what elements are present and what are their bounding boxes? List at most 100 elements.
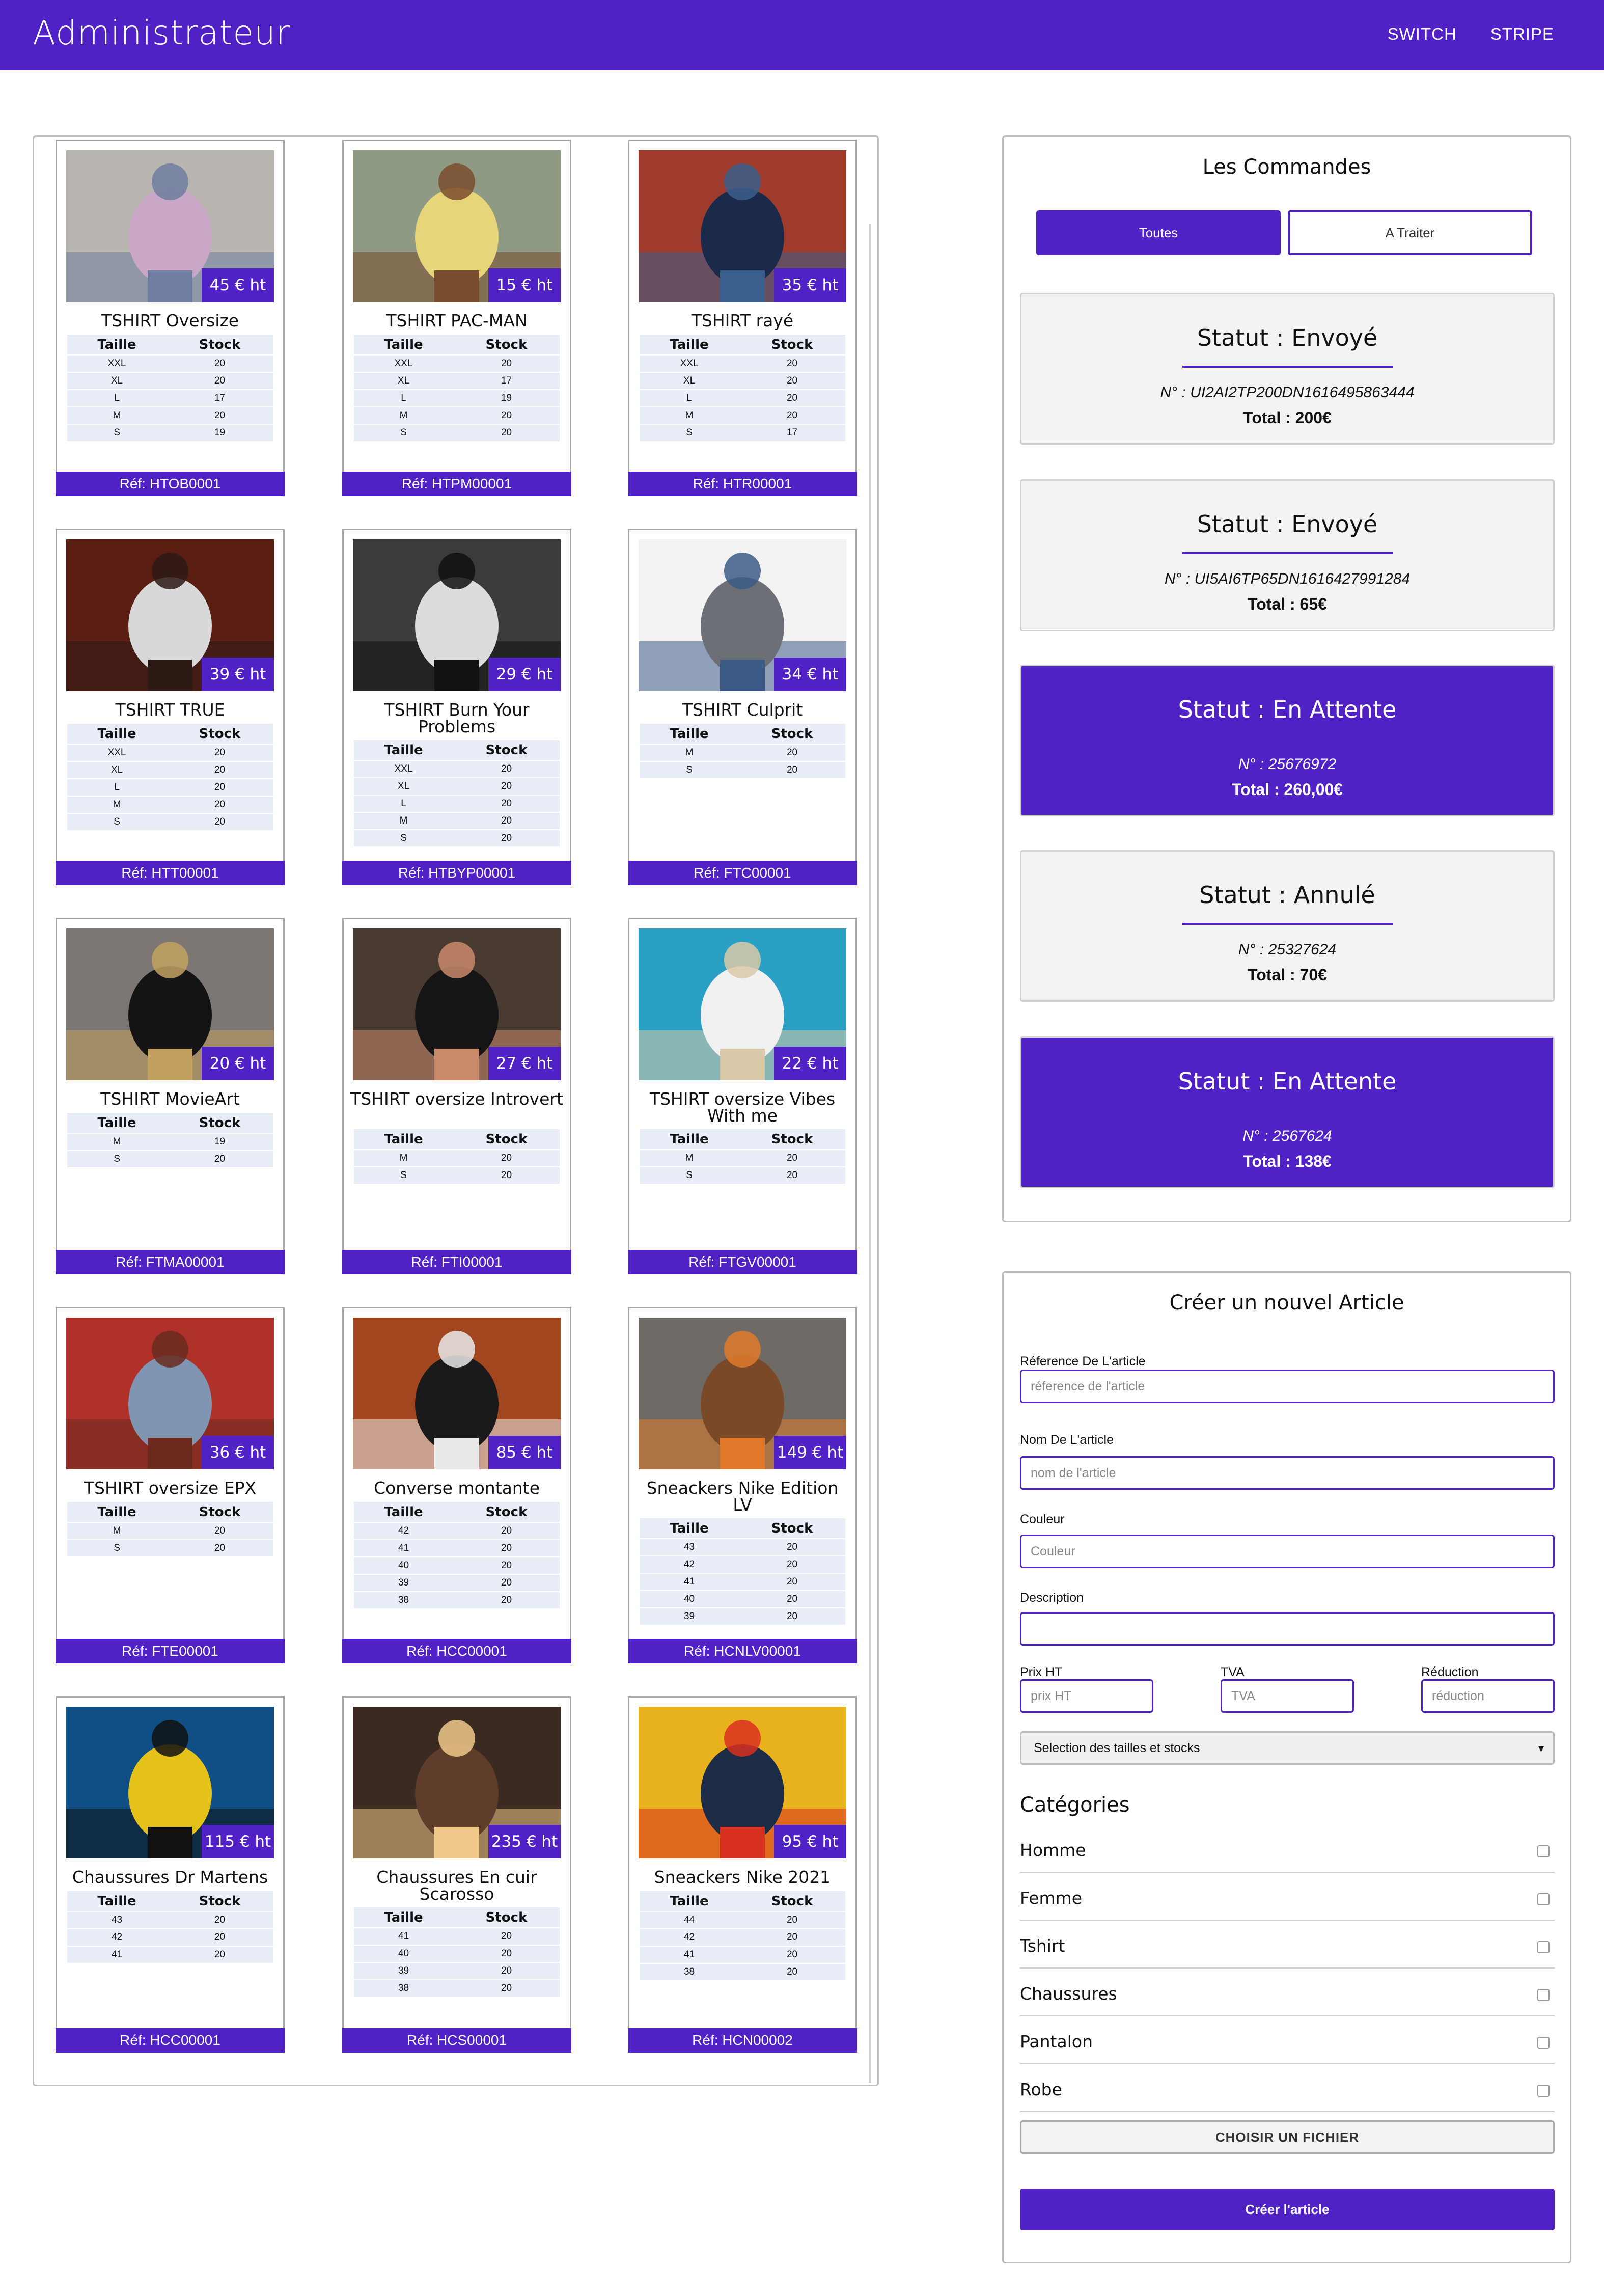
price-badge: 85 € ht	[488, 1436, 561, 1469]
size-cell: 43	[640, 1539, 739, 1556]
stock-table: Taille Stock M 20 S 20	[354, 1129, 560, 1185]
product-card[interactable]: 85 € ht Converse montante Taille Stock 42 20 4…	[342, 1307, 571, 1663]
product-card[interactable]: 27 € ht TSHIRT oversize Introvert Taille St…	[342, 918, 571, 1274]
stock-table: Taille Stock M 20 S 20	[640, 724, 845, 779]
category-checkbox[interactable]	[1537, 2037, 1550, 2049]
nav-switch-link[interactable]: SWITCH	[1388, 24, 1457, 44]
choose-file-button[interactable]: CHOISIR UN FICHIER	[1020, 2120, 1555, 2154]
stock-cell: 20	[453, 1980, 560, 1998]
stock-cell: 20	[453, 795, 560, 813]
table-row: 42 20	[67, 1929, 273, 1947]
order-card[interactable]: Statut : En Attente N° : 25676972 Total : …	[1020, 665, 1555, 816]
product-card[interactable]: 35 € ht TSHIRT rayé Taille Stock XXL 20 XL 20 L 2…	[628, 140, 857, 496]
article-name-input[interactable]: nom de l'article	[1020, 1456, 1555, 1490]
size-cell: 41	[354, 1928, 454, 1946]
size-cell: M	[354, 812, 454, 830]
top-nav: SWITCH STRIPE	[1388, 24, 1554, 44]
size-column-header: Taille	[640, 1129, 739, 1150]
category-checkbox[interactable]	[1537, 1845, 1550, 1857]
product-title: Converse montante	[373, 1478, 540, 1498]
stock-cell: 20	[453, 424, 560, 442]
size-cell: 41	[640, 1946, 739, 1964]
price-badge: 34 € ht	[774, 658, 846, 691]
tab-to-process[interactable]: A Traiter	[1288, 210, 1532, 255]
product-card[interactable]: 95 € ht Sneackers Nike 2021 Taille Stock 44 2…	[628, 1696, 857, 2053]
order-card[interactable]: Statut : Envoyé N° : UI5AI6TP65DN16164279…	[1020, 479, 1555, 631]
stock-cell: 20	[167, 1522, 273, 1540]
product-card[interactable]: 115 € ht Chaussures Dr Martens Taille Stock…	[56, 1696, 285, 2053]
product-card[interactable]: 34 € ht TSHIRT Culprit Taille Stock M 20 S 20 Ré…	[628, 529, 857, 885]
product-photo: 29 € ht	[353, 539, 561, 691]
stock-cell: 20	[453, 760, 560, 778]
table-row: 41 20	[640, 1573, 845, 1591]
product-reference: Réf: HTPM00001	[342, 472, 571, 496]
stock-cell: 20	[167, 761, 273, 779]
stock-column-header: Stock	[739, 1891, 845, 1912]
order-number: N° : 25327624	[1238, 941, 1337, 958]
product-card[interactable]: 39 € ht TSHIRT TRUE Taille Stock XXL 20 XL 20 L 2…	[56, 529, 285, 885]
description-textarea[interactable]	[1020, 1612, 1555, 1646]
product-reference: Réf: FTC00001	[628, 861, 857, 885]
stock-cell: 20	[453, 1592, 560, 1609]
order-number: N° : UI2AI2TP200DN1616495863444	[1160, 384, 1415, 401]
table-row: M 20	[67, 1522, 273, 1540]
category-label: Femme	[1020, 1888, 1083, 1908]
products-scrollbar[interactable]	[869, 224, 871, 2083]
product-card[interactable]: 235 € ht Chaussures En cuir Scarosso Taill…	[342, 1696, 571, 2053]
category-checkbox[interactable]	[1537, 2085, 1550, 2097]
size-column-header: Taille	[640, 724, 739, 745]
product-title: TSHIRT PAC-MAN	[386, 311, 528, 331]
order-card[interactable]: Statut : Envoyé N° : UI2AI2TP200DN1616495…	[1020, 293, 1555, 445]
size-cell: S	[354, 424, 454, 442]
product-card[interactable]: 45 € ht TSHIRT Oversize Taille Stock XXL 20 XL…	[56, 140, 285, 496]
price-badge: 20 € ht	[202, 1047, 274, 1080]
category-checkbox[interactable]	[1537, 1989, 1550, 2001]
stock-cell: 20	[453, 812, 560, 830]
order-card[interactable]: Statut : Annulé N° : 25327624 Total : 70€	[1020, 850, 1555, 1002]
product-card[interactable]: 149 € ht Sneackers Nike Edition LV Taille S…	[628, 1307, 857, 1663]
category-label: Homme	[1020, 1840, 1086, 1860]
tva-input[interactable]: TVA	[1221, 1679, 1354, 1713]
stock-table: Taille Stock XXL 20 XL 20 L 20 M 20 S 20	[354, 740, 560, 848]
size-cell: XXL	[354, 760, 454, 778]
size-cell: M	[640, 1150, 739, 1167]
stock-cell: 20	[453, 1150, 560, 1167]
table-row: 40 20	[354, 1945, 560, 1963]
product-title: TSHIRT oversize Vibes With me	[649, 1089, 836, 1126]
price-input[interactable]: prix HT	[1020, 1679, 1153, 1713]
create-article-button[interactable]: Créer l'article	[1020, 2189, 1555, 2230]
size-column-header: Taille	[640, 335, 739, 356]
product-card[interactable]: 20 € ht TSHIRT MovieArt Taille Stock M 19 S 20 R…	[56, 918, 285, 1274]
size-stock-select[interactable]: Selection des tailles et stocks ▾	[1020, 1731, 1555, 1765]
reduction-label: Réduction	[1421, 1665, 1479, 1679]
order-status: Statut : En Attente	[1178, 696, 1397, 723]
category-checkbox[interactable]	[1537, 1941, 1550, 1953]
table-row: 38 20	[640, 1963, 845, 1981]
product-reference: Réf: HCS00001	[342, 2028, 571, 2053]
size-cell: L	[354, 795, 454, 813]
table-row: M 19	[67, 1133, 273, 1151]
stock-table: Taille Stock 42 20 41 20 40 20 39 20 38 20	[354, 1502, 560, 1609]
product-photo: 95 € ht	[639, 1707, 846, 1858]
table-row: 42 20	[640, 1929, 845, 1947]
status-underline	[1182, 366, 1393, 368]
product-reference: Réf: HCNLV00001	[628, 1639, 857, 1663]
size-cell: XL	[67, 761, 167, 779]
table-row: XXL 20	[67, 355, 273, 373]
table-row: M 20	[640, 1150, 845, 1167]
product-card[interactable]: 29 € ht TSHIRT Burn Your Problems Taille St…	[342, 529, 571, 885]
product-reference: Réf: FTE00001	[56, 1639, 285, 1663]
product-card[interactable]: 36 € ht TSHIRT oversize EPX Taille Stock M 20…	[56, 1307, 285, 1663]
category-checkbox[interactable]	[1537, 1893, 1550, 1905]
table-row: L 20	[67, 779, 273, 797]
reduction-input[interactable]: réduction	[1421, 1679, 1555, 1713]
color-input[interactable]: Couleur	[1020, 1535, 1555, 1568]
price-badge: 149 € ht	[774, 1436, 846, 1469]
reference-input[interactable]: réference de l'article	[1020, 1370, 1555, 1403]
order-card[interactable]: Statut : En Attente N° : 2567624 Total : 1…	[1020, 1036, 1555, 1188]
nav-stripe-link[interactable]: STRIPE	[1490, 24, 1554, 44]
product-card[interactable]: 15 € ht TSHIRT PAC-MAN Taille Stock XXL 20 XL 1…	[342, 140, 571, 496]
tab-all-orders[interactable]: Toutes	[1036, 210, 1281, 255]
product-card[interactable]: 22 € ht TSHIRT oversize Vibes With me Tail…	[628, 918, 857, 1274]
table-row: XL 20	[67, 761, 273, 779]
